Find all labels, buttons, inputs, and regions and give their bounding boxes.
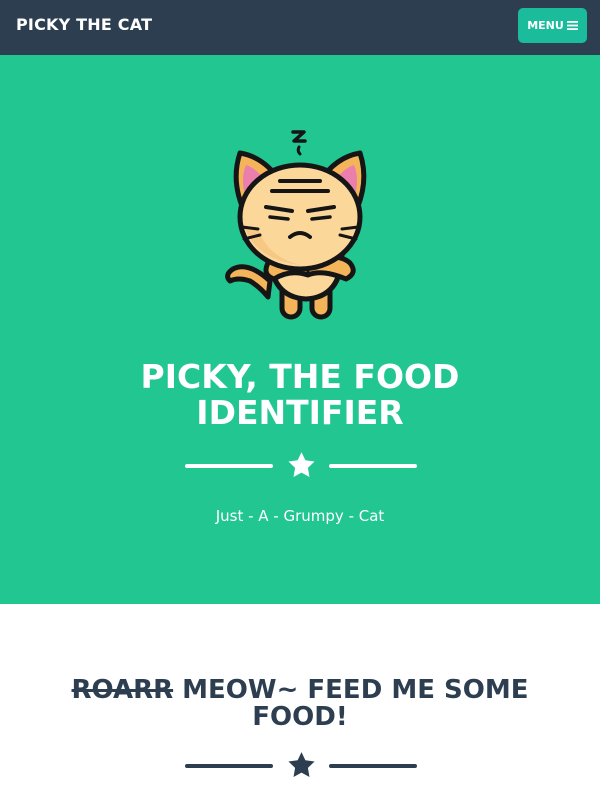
brand-link[interactable]: PICKY THE CAT xyxy=(16,15,152,34)
section-title-line-2: FOOD! xyxy=(252,702,348,732)
divider-line-right xyxy=(329,464,417,468)
divider-line-left xyxy=(185,764,273,768)
hero-title-line-1: PICKY, THE FOOD xyxy=(140,357,460,396)
menu-label: MENU xyxy=(527,19,564,32)
menu-button[interactable]: MENU xyxy=(518,8,587,43)
struck-word: ROARR xyxy=(71,675,174,705)
grumpy-cat-icon xyxy=(225,130,367,320)
hero-title-line-2: IDENTIFIER xyxy=(196,393,404,432)
hero-title: PICKY, THE FOOD IDENTIFIER xyxy=(0,359,600,431)
navbar: PICKY THE CAT MENU xyxy=(0,0,600,55)
star-icon xyxy=(288,452,315,477)
section-divider xyxy=(185,751,417,781)
hamburger-icon xyxy=(566,21,578,30)
section-title-rest: MEOW~ FEED ME SOME xyxy=(173,675,529,705)
hero-subtitle: Just - A - Grumpy - Cat xyxy=(215,507,385,525)
divider-line-left xyxy=(185,464,273,468)
section-title: ROARR MEOW~ FEED ME SOME FOOD! xyxy=(0,677,600,731)
star-icon xyxy=(288,752,315,777)
masthead: PICKY, THE FOOD IDENTIFIER Just - A - Gr… xyxy=(0,55,600,604)
intro-section: ROARR MEOW~ FEED ME SOME FOOD! xyxy=(0,604,600,805)
hero-divider xyxy=(185,451,417,481)
divider-line-right xyxy=(329,764,417,768)
